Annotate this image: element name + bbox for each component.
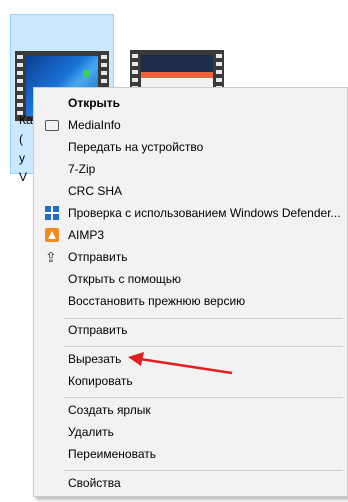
annotation-arrow-icon (128, 352, 233, 375)
